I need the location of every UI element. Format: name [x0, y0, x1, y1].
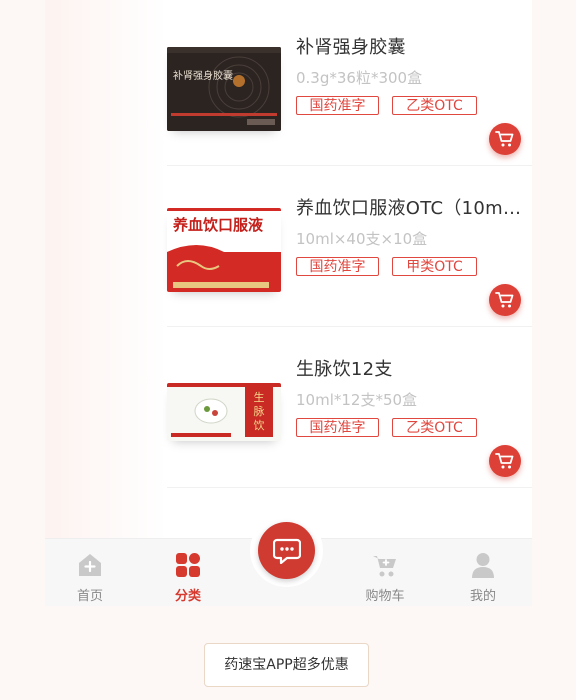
- product-box-label: 补肾强身胶囊: [173, 71, 233, 82]
- app-promo-button[interactable]: 药速宝APP超多优惠: [204, 643, 369, 687]
- product-box-illustration: [167, 47, 281, 131]
- product-name[interactable]: 养血饮口服液OTC（10ml...: [296, 194, 524, 220]
- tab-cart[interactable]: 购物车: [345, 539, 425, 606]
- product-spec: 10ml*12支*50盒: [296, 391, 418, 409]
- product-image[interactable]: 养血饮口服液: [167, 208, 281, 292]
- cart-icon: [495, 453, 514, 469]
- home-icon: [79, 554, 101, 576]
- product-card[interactable]: 养血饮口服液 养血饮口服液OTC（10ml... 10ml×40支×10盒 国药…: [167, 166, 532, 327]
- category-grid-icon: [176, 553, 200, 577]
- tag-approval: 国药准字: [296, 418, 379, 437]
- tab-category[interactable]: 分类: [148, 539, 228, 606]
- product-list: 补肾强身胶囊 补肾强身胶囊 0.3g*36粒*300盒 国药准字 乙类OTC 养…: [167, 0, 532, 538]
- product-box-label: 养血饮口服液: [173, 216, 264, 234]
- tag-approval: 国药准字: [296, 96, 379, 115]
- add-to-cart-button[interactable]: [489, 445, 521, 477]
- product-card[interactable]: 补肾强身胶囊 补肾强身胶囊 0.3g*36粒*300盒 国药准字 乙类OTC: [167, 5, 532, 166]
- tab-mine-label: 我的: [469, 589, 496, 604]
- category-sidebar: [45, 0, 167, 538]
- add-to-cart-button[interactable]: [489, 123, 521, 155]
- product-name[interactable]: 补肾强身胶囊: [296, 33, 524, 59]
- tag-otc-class: 甲类OTC: [392, 257, 477, 276]
- add-to-cart-button[interactable]: [489, 284, 521, 316]
- product-card[interactable]: 生脉饮 生脉饮12支 10ml*12支*50盒 国药准字 乙类OTC: [167, 327, 532, 488]
- product-name[interactable]: 生脉饮12支: [296, 355, 524, 381]
- product-image[interactable]: 生脉饮: [167, 383, 281, 441]
- tab-mine[interactable]: 我的: [443, 539, 523, 606]
- tab-category-label: 分类: [174, 589, 201, 604]
- product-spec: 0.3g*36粒*300盒: [296, 69, 423, 87]
- product-image[interactable]: 补肾强身胶囊: [167, 47, 281, 131]
- product-box-label: 生脉饮: [253, 391, 265, 432]
- tab-cart-label: 购物车: [365, 589, 405, 604]
- cart-icon: [495, 131, 514, 147]
- tag-otc-class: 乙类OTC: [392, 418, 477, 437]
- tab-home[interactable]: 首页: [50, 539, 130, 606]
- tag-approval: 国药准字: [296, 257, 379, 276]
- user-profile-icon: [472, 553, 494, 578]
- tag-otc-class: 乙类OTC: [392, 96, 477, 115]
- shopping-cart-icon: [373, 556, 396, 577]
- product-spec: 10ml×40支×10盒: [296, 230, 428, 248]
- tab-home-label: 首页: [76, 589, 103, 604]
- chat-bubble-icon: [272, 538, 301, 564]
- message-center-button[interactable]: [258, 522, 315, 579]
- cart-icon: [495, 292, 514, 308]
